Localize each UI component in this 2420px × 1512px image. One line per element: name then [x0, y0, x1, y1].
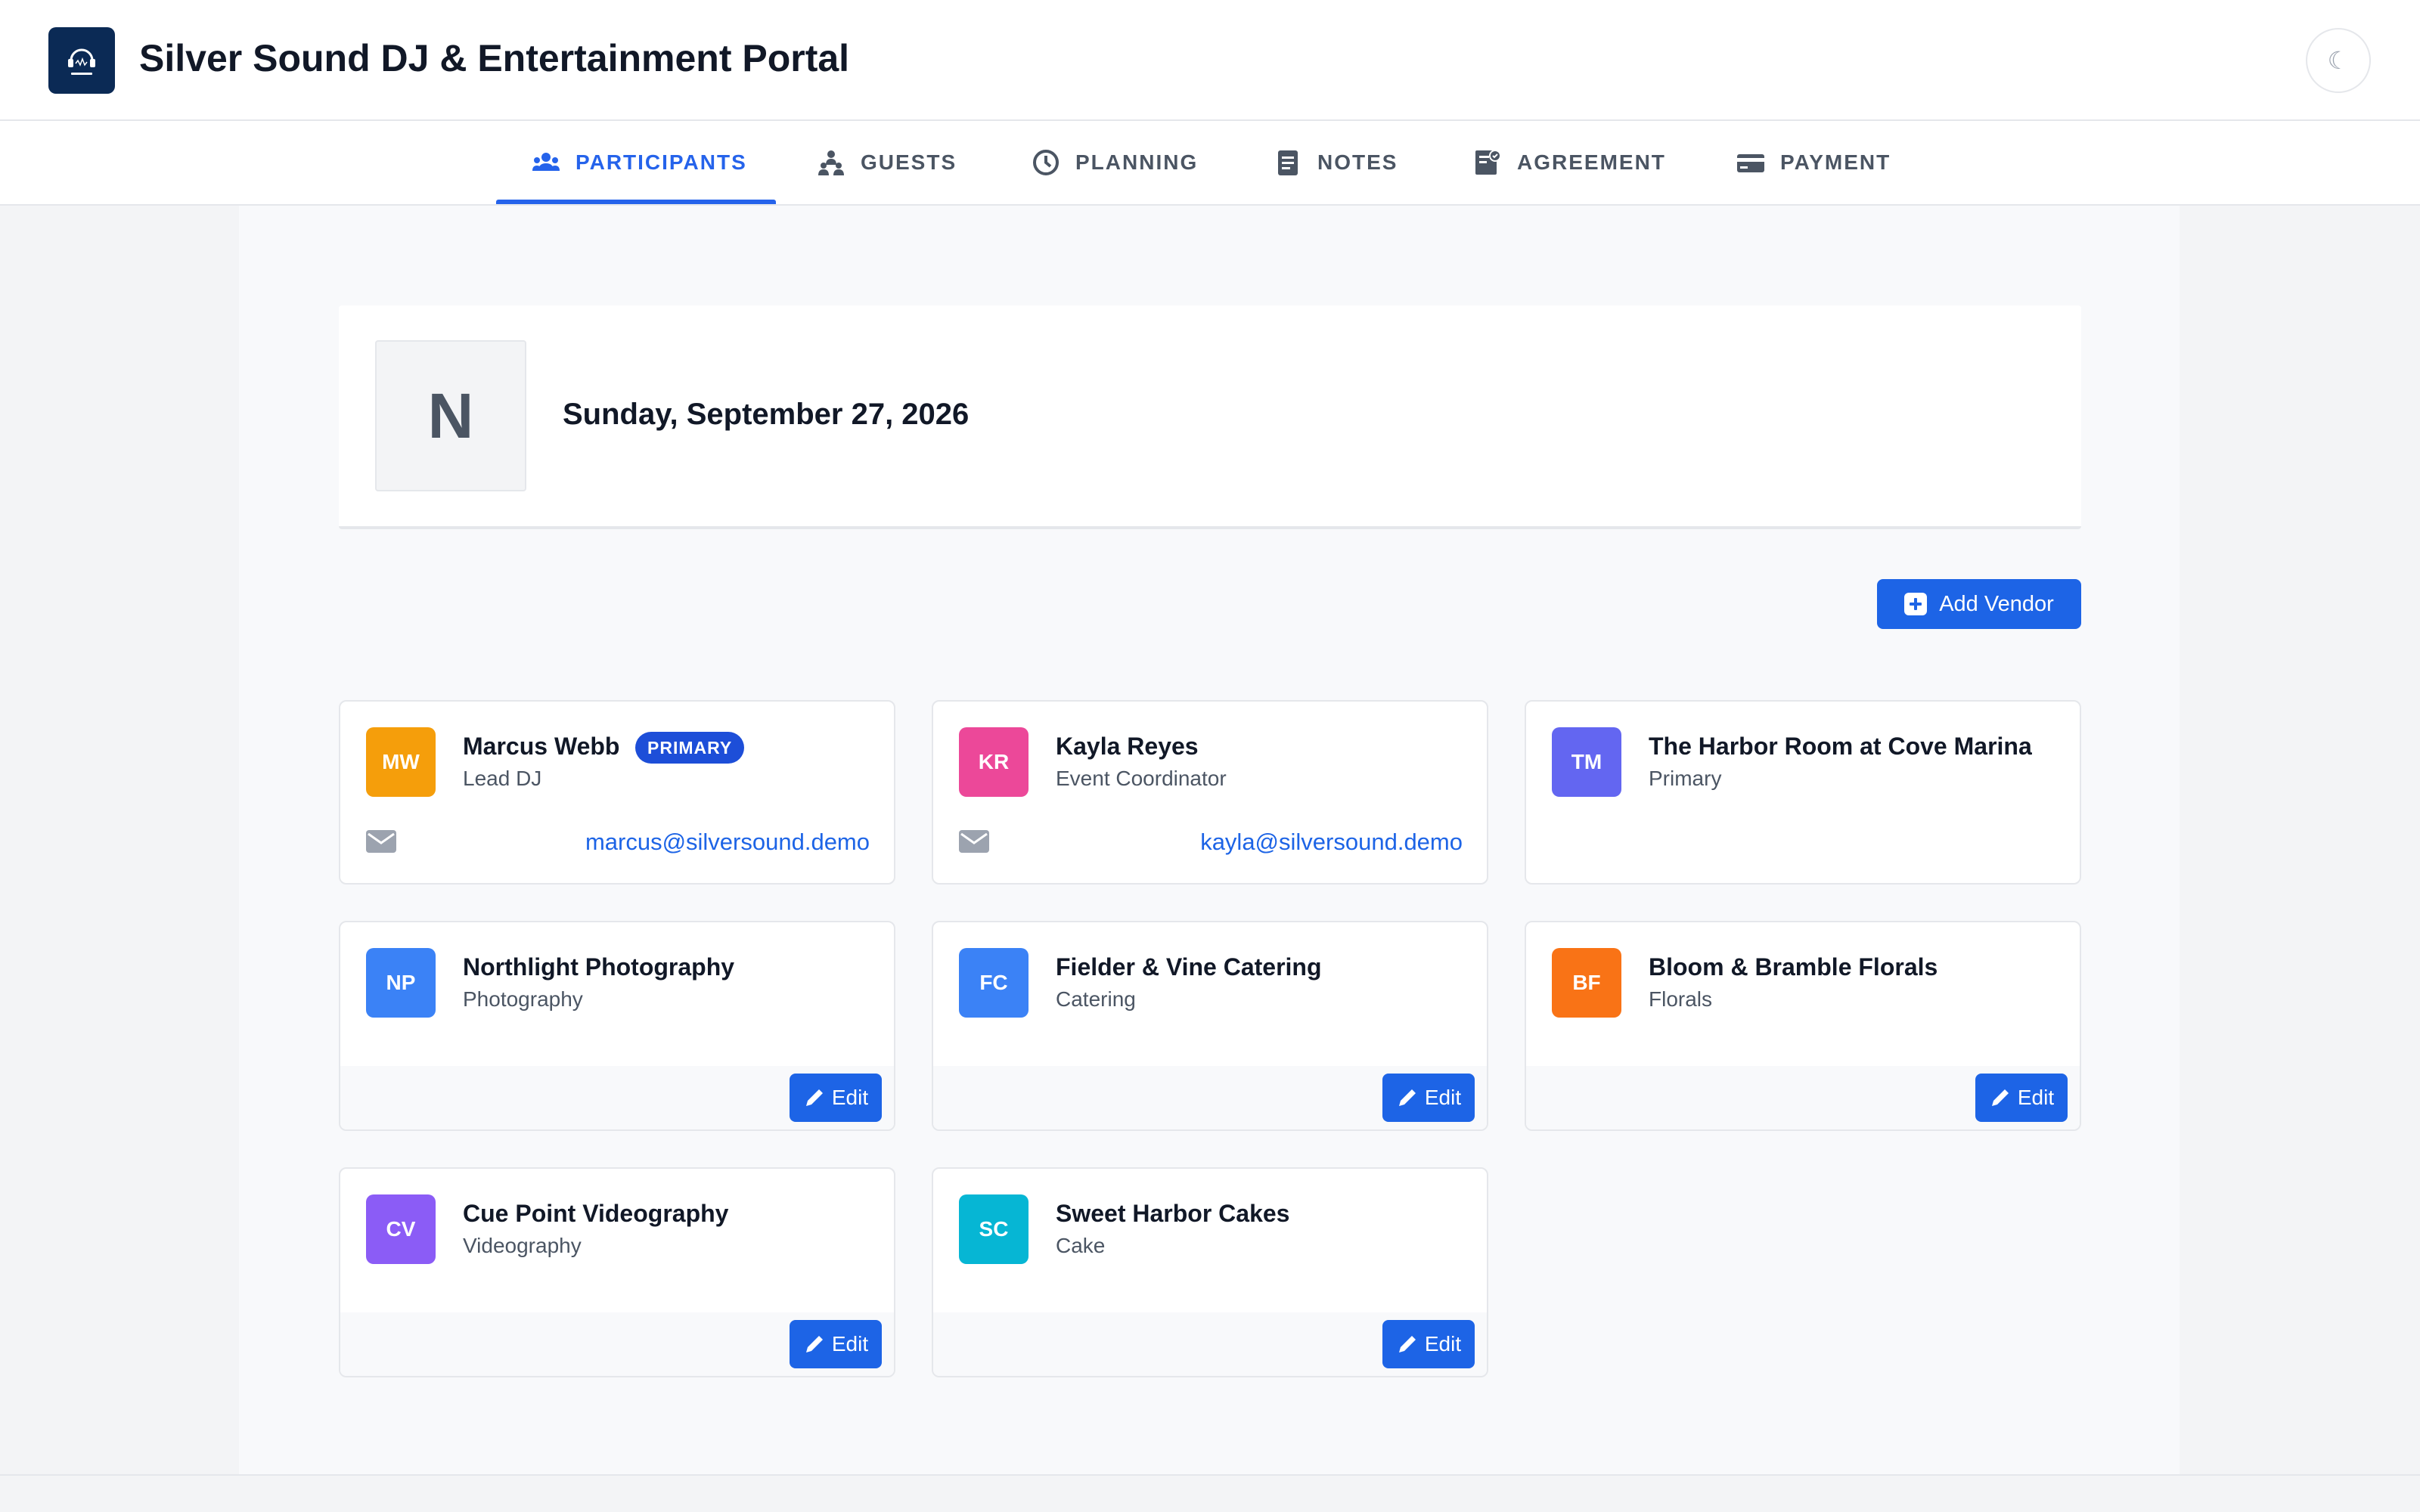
participant-avatar: NP: [366, 948, 436, 1018]
participant-role: Catering: [1056, 987, 1136, 1011]
pencil-icon: [805, 1336, 823, 1352]
participant-name: Bloom & Bramble Florals: [1649, 953, 1938, 981]
participant-name: Cue Point Videography: [463, 1200, 729, 1227]
edit-button[interactable]: Edit: [1382, 1320, 1475, 1368]
tab-notes[interactable]: NOTES: [1274, 121, 1398, 204]
participant-card[interactable]: FC Fielder & Vine Catering Catering Edit: [932, 921, 1488, 1131]
card-footer: Edit: [933, 1312, 1487, 1376]
tab-guests[interactable]: GUESTS: [817, 121, 957, 204]
pencil-icon: [1398, 1089, 1416, 1106]
participant-role: Florals: [1649, 987, 1713, 1011]
plus-square-icon: [1904, 593, 1928, 615]
participant-email-link[interactable]: marcus@silversound.demo: [585, 827, 870, 857]
mail-icon: [959, 830, 989, 853]
edit-label: Edit: [1424, 1332, 1462, 1356]
participant-card[interactable]: CV Cue Point Videography Videography Edi…: [339, 1167, 895, 1377]
event-summary-card: N Sunday, September 27, 2026: [339, 305, 2081, 529]
tab-label: PLANNING: [1075, 150, 1199, 174]
tab-bar: PARTICIPANTS GUESTS PLANNING NOTES AGREE…: [0, 121, 2420, 206]
participant-role: Photography: [463, 987, 583, 1011]
participant-card[interactable]: SC Sweet Harbor Cakes Cake Edit: [932, 1167, 1488, 1377]
participant-avatar: KR: [959, 727, 1028, 797]
participant-name: Fielder & Vine Catering: [1056, 953, 1322, 981]
tab-agreement[interactable]: AGREEMENT: [1473, 121, 1666, 204]
primary-badge: PRIMARY: [635, 732, 745, 764]
edit-label: Edit: [831, 1086, 869, 1109]
participant-role: Event Coordinator: [1056, 767, 1227, 790]
participant-email-link[interactable]: kayla@silversound.demo: [1200, 827, 1463, 857]
guests-icon: [818, 150, 844, 175]
agreement-icon: [1475, 150, 1501, 175]
edit-label: Edit: [831, 1332, 869, 1356]
notes-icon: [1278, 150, 1298, 175]
edit-button[interactable]: Edit: [1382, 1074, 1475, 1122]
participant-avatar: TM: [1552, 727, 1621, 797]
participant-name: Sweet Harbor Cakes: [1056, 1200, 1290, 1227]
moon-icon: ☾: [2327, 46, 2350, 75]
pencil-icon: [1398, 1336, 1416, 1352]
edit-label: Edit: [1424, 1086, 1462, 1109]
participant-role: Cake: [1056, 1234, 1106, 1257]
card-footer: Edit: [340, 1312, 894, 1376]
payment-icon: [1737, 154, 1764, 172]
edit-label: Edit: [2017, 1086, 2055, 1109]
card-footer: Edit: [933, 1066, 1487, 1129]
add-vendor-label: Add Vendor: [1939, 591, 2054, 616]
participant-avatar: BF: [1552, 948, 1621, 1018]
edit-button[interactable]: Edit: [790, 1320, 882, 1368]
participant-card[interactable]: MW Marcus Webb PRIMARY Lead DJ marcus@si…: [339, 700, 895, 885]
participant-avatar: SC: [959, 1194, 1028, 1264]
add-vendor-button[interactable]: Add Vendor: [1877, 579, 2081, 629]
participant-name: Northlight Photography: [463, 953, 735, 981]
participant-role: Lead DJ: [463, 767, 542, 790]
headphones-logo-icon[interactable]: [48, 27, 115, 94]
tab-label: AGREEMENT: [1517, 150, 1666, 174]
participant-role: Videography: [463, 1234, 582, 1257]
event-initial-avatar: N: [375, 340, 526, 491]
participant-card[interactable]: KR Kayla Reyes Event Coordinator kayla@s…: [932, 700, 1488, 885]
participant-name: Kayla Reyes: [1056, 733, 1199, 760]
pencil-icon: [1991, 1089, 2009, 1106]
participant-card[interactable]: TM The Harbor Room at Cove Marina Primar…: [1525, 700, 2081, 885]
participants-icon: [532, 153, 560, 171]
edit-button[interactable]: Edit: [1975, 1074, 2068, 1122]
tab-payment[interactable]: PAYMENT: [1736, 121, 1891, 204]
tab-label: GUESTS: [861, 150, 957, 174]
participant-name: Marcus Webb: [463, 733, 620, 760]
active-tab-indicator: [496, 200, 776, 204]
planning-icon: [1033, 150, 1059, 175]
tab-label: PARTICIPANTS: [576, 150, 747, 174]
top-bar: Silver Sound DJ & Entertainment Portal ☾: [0, 0, 2420, 121]
participant-role: Primary: [1649, 767, 1722, 790]
tab-label: PAYMENT: [1780, 150, 1891, 174]
participant-avatar: FC: [959, 948, 1028, 1018]
card-footer: Edit: [1526, 1066, 2080, 1129]
edit-button[interactable]: Edit: [790, 1074, 882, 1122]
card-footer: Edit: [340, 1066, 894, 1129]
participant-card[interactable]: NP Northlight Photography Photography Ed…: [339, 921, 895, 1131]
pencil-icon: [805, 1089, 823, 1106]
tab-label: NOTES: [1317, 150, 1398, 174]
participant-card[interactable]: BF Bloom & Bramble Florals Florals Edit: [1525, 921, 2081, 1131]
participant-avatar: CV: [366, 1194, 436, 1264]
app-title: Silver Sound DJ & Entertainment Portal: [139, 37, 850, 79]
event-date: Sunday, September 27, 2026: [563, 398, 970, 431]
participant-avatar: MW: [366, 727, 436, 797]
tab-planning[interactable]: PLANNING: [1032, 121, 1198, 204]
footer-divider: [0, 1474, 2420, 1476]
mail-icon: [366, 830, 396, 853]
tab-participants[interactable]: PARTICIPANTS: [532, 121, 747, 204]
theme-toggle-button[interactable]: ☾: [2306, 28, 2371, 93]
participant-name: The Harbor Room at Cove Marina: [1649, 733, 2032, 760]
